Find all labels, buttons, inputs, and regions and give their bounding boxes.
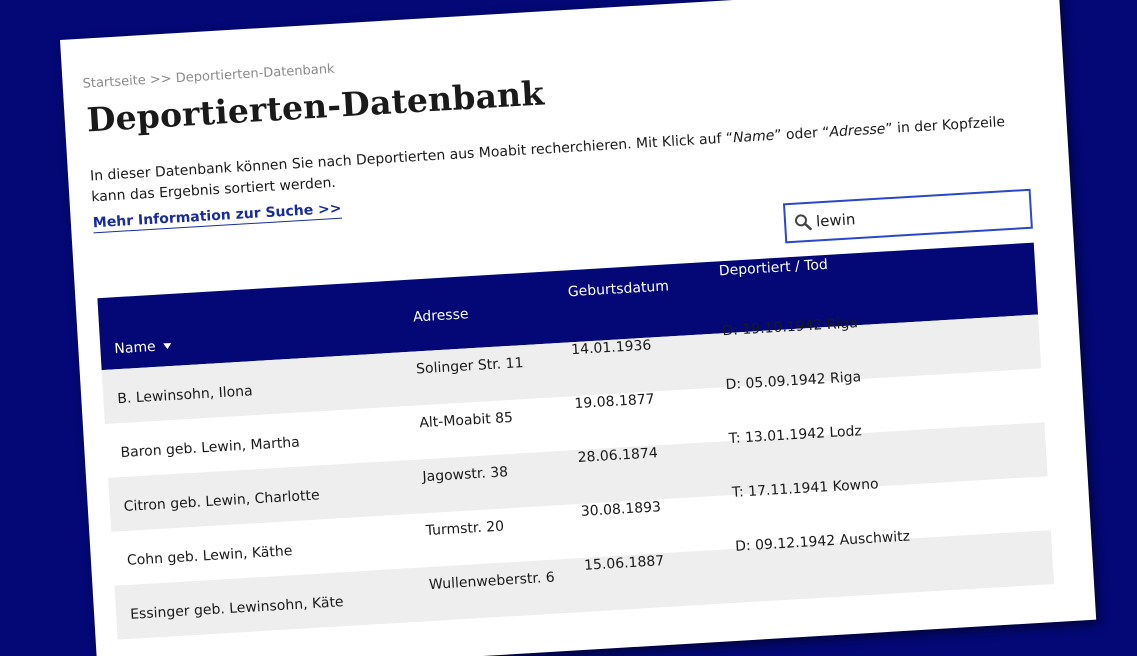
cell-address: Turmstr. 20: [425, 518, 505, 540]
cell-birthdate: 28.06.1874: [577, 445, 659, 467]
breadcrumb-current: Deportierten-Datenbank: [175, 61, 335, 87]
cell-name: B. Lewinsohn, Ilona: [116, 383, 254, 408]
cell-name: Cohn geb. Lewin, Käthe: [126, 543, 293, 569]
stage: Startseite >> Deportierten-Datenbank Dep…: [0, 0, 1137, 656]
magnifier-icon: [795, 214, 812, 231]
cell-birthdate: 30.08.1893: [580, 499, 662, 520]
intro-address: Adresse: [828, 121, 886, 141]
header-name-sort[interactable]: Name: [114, 338, 172, 357]
search-input[interactable]: [813, 199, 1019, 232]
cell-address: Jagowstr. 38: [422, 464, 509, 486]
cell-address: Wullenweberstr. 6: [428, 569, 556, 594]
cell-birthdate: 15.06.1887: [583, 553, 665, 574]
breadcrumb-home[interactable]: Startseite: [82, 73, 146, 92]
sort-down-icon: [163, 342, 172, 350]
cell-name: Baron geb. Lewin, Martha: [120, 434, 301, 462]
cell-birthdate: 19.08.1877: [574, 391, 656, 413]
header-birthdate: Geburtsdatum: [567, 278, 670, 301]
intro-part1: In dieser Datenbank können Sie nach Depo…: [89, 130, 734, 185]
results-table: Name Adresse Geburtsdatum Deportiert / T…: [97, 242, 1055, 640]
intro-name: Name: [732, 127, 775, 147]
page-card: Startseite >> Deportierten-Datenbank Dep…: [60, 0, 1097, 656]
header-name-label: Name: [113, 338, 157, 358]
cell-address: Solinger Str. 11: [415, 355, 524, 378]
cell-name: Essinger geb. Lewinsohn, Käte: [129, 594, 345, 623]
breadcrumb-separator: >>: [149, 71, 173, 88]
header-address-sort[interactable]: Adresse: [413, 306, 469, 325]
cell-name: Citron geb. Lewin, Charlotte: [123, 487, 321, 516]
cell-birthdate: 14.01.1936: [570, 337, 652, 359]
search-box[interactable]: [782, 188, 1033, 244]
intro-part2: ” oder “: [773, 124, 830, 144]
header-deported: Deportiert / Tod: [718, 256, 829, 280]
cell-address: Alt-Moabit 85: [418, 409, 514, 432]
